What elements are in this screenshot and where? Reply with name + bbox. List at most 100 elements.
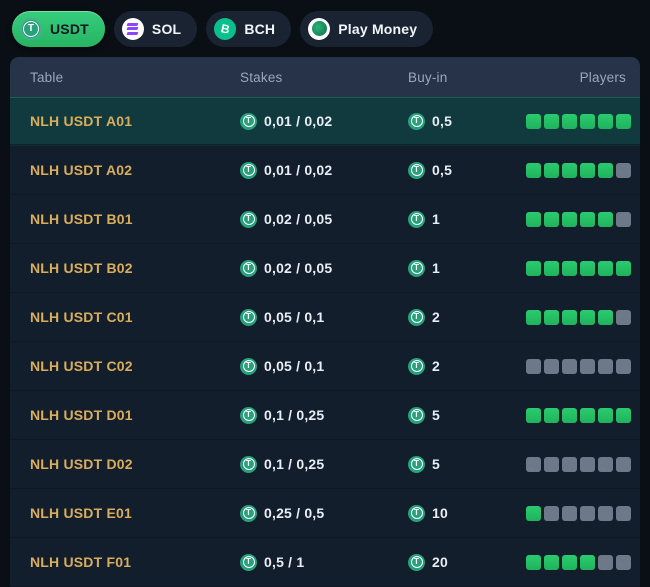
table-stakes: T 0,1 / 0,25 bbox=[240, 455, 408, 473]
seat-filled bbox=[544, 162, 559, 178]
bch-coin-icon: B bbox=[214, 17, 237, 40]
table-header-row: Table Stakes Buy-in Players bbox=[10, 57, 640, 97]
tether-icon: T bbox=[408, 455, 425, 473]
table-name: NLH USDT D02 bbox=[30, 456, 133, 472]
seat-filled bbox=[544, 407, 559, 423]
seat-filled bbox=[598, 309, 613, 325]
table-stakes: T 0,1 / 0,25 bbox=[240, 406, 408, 424]
seat-filled bbox=[526, 407, 541, 423]
table-stakes: T 0,02 / 0,05 bbox=[240, 210, 408, 228]
seat-filled bbox=[616, 260, 631, 276]
seat-filled bbox=[526, 505, 541, 521]
tether-icon: T bbox=[240, 112, 257, 130]
table-row[interactable]: NLH USDT C01 T 0,05 / 0,1 T 2 bbox=[10, 293, 640, 342]
table-stakes: T 0,25 / 0,5 bbox=[240, 504, 408, 522]
players-seat-indicator bbox=[526, 113, 631, 129]
seat-filled bbox=[562, 309, 577, 325]
table-stakes: T 0,05 / 0,1 bbox=[240, 308, 408, 326]
tether-icon: T bbox=[240, 406, 257, 424]
seat-filled bbox=[580, 162, 595, 178]
table-row[interactable]: NLH USDT A01 T 0,01 / 0,02 T 0,5 bbox=[10, 97, 640, 146]
players-seat-indicator bbox=[526, 554, 631, 570]
seat-empty bbox=[580, 505, 595, 521]
table-name: NLH USDT B01 bbox=[30, 211, 133, 227]
table-buyin: T 5 bbox=[408, 455, 526, 473]
seat-filled bbox=[598, 407, 613, 423]
tether-icon: T bbox=[408, 210, 425, 228]
seat-filled bbox=[562, 113, 577, 129]
column-header-buyin: Buy-in bbox=[408, 69, 448, 85]
tab-sol-label: SOL bbox=[151, 20, 182, 37]
seat-filled bbox=[598, 162, 613, 178]
tether-icon: T bbox=[408, 406, 425, 424]
column-header-table: Table bbox=[30, 69, 64, 85]
column-header-stakes: Stakes bbox=[240, 69, 283, 85]
table-buyin: T 5 bbox=[408, 406, 526, 424]
table-name: NLH USDT F01 bbox=[30, 554, 132, 570]
seat-filled bbox=[562, 162, 577, 178]
seat-filled bbox=[544, 260, 559, 276]
tether-icon: T bbox=[240, 259, 257, 277]
seat-filled bbox=[580, 309, 595, 325]
seat-empty bbox=[562, 505, 577, 521]
play-money-coin-icon bbox=[308, 17, 331, 40]
seat-filled bbox=[526, 113, 541, 129]
tether-icon: T bbox=[240, 553, 257, 571]
table-buyin: T 1 bbox=[408, 210, 526, 228]
tab-play-money-label: Play Money bbox=[338, 20, 418, 37]
seat-filled bbox=[562, 211, 577, 227]
table-row[interactable]: NLH USDT B01 T 0,02 / 0,05 T 1 bbox=[10, 195, 640, 244]
seat-empty bbox=[616, 162, 631, 178]
table-buyin: T 2 bbox=[408, 357, 526, 375]
seat-empty bbox=[580, 358, 595, 374]
seat-filled bbox=[616, 407, 631, 423]
seat-filled bbox=[580, 113, 595, 129]
table-stakes: T 0,5 / 1 bbox=[240, 553, 408, 571]
seat-filled bbox=[526, 554, 541, 570]
tab-usdt[interactable]: T USDT bbox=[12, 10, 105, 47]
tether-icon: T bbox=[240, 357, 257, 375]
seat-empty bbox=[562, 456, 577, 472]
solana-coin-icon bbox=[121, 17, 144, 40]
table-name: NLH USDT B02 bbox=[30, 260, 133, 276]
players-seat-indicator bbox=[526, 162, 631, 178]
table-stakes: T 0,01 / 0,02 bbox=[240, 161, 408, 179]
seat-filled bbox=[616, 113, 631, 129]
seat-empty bbox=[616, 309, 631, 325]
table-row[interactable]: NLH USDT E01 T 0,25 / 0,5 T 10 bbox=[10, 489, 640, 538]
table-row[interactable]: NLH USDT D02 T 0,1 / 0,25 T 5 bbox=[10, 440, 640, 489]
seat-filled bbox=[580, 260, 595, 276]
tab-sol[interactable]: SOL bbox=[113, 10, 198, 47]
seat-filled bbox=[580, 407, 595, 423]
tab-play-money[interactable]: Play Money bbox=[300, 10, 434, 47]
seat-empty bbox=[562, 358, 577, 374]
seat-empty bbox=[616, 505, 631, 521]
currency-tabbar: T USDT SOL B BCH Play Money bbox=[0, 0, 650, 57]
tab-bch[interactable]: B BCH bbox=[206, 10, 292, 47]
column-header-players: Players bbox=[579, 69, 626, 85]
seat-filled bbox=[598, 211, 613, 227]
table-row[interactable]: NLH USDT D01 T 0,1 / 0,25 T 5 bbox=[10, 391, 640, 440]
table-row[interactable]: NLH USDT F01 T 0,5 / 1 T 20 bbox=[10, 538, 640, 587]
table-name: NLH USDT A02 bbox=[30, 162, 133, 178]
seat-filled bbox=[544, 113, 559, 129]
table-row[interactable]: NLH USDT B02 T 0,02 / 0,05 T 1 bbox=[10, 244, 640, 293]
table-name: NLH USDT C01 bbox=[30, 309, 133, 325]
table-name: NLH USDT A01 bbox=[30, 113, 133, 129]
seat-filled bbox=[580, 211, 595, 227]
seat-empty bbox=[544, 505, 559, 521]
players-seat-indicator bbox=[526, 456, 631, 472]
seat-filled bbox=[562, 407, 577, 423]
seat-filled bbox=[526, 211, 541, 227]
tether-icon: T bbox=[240, 455, 257, 473]
players-seat-indicator bbox=[526, 407, 631, 423]
players-seat-indicator bbox=[526, 211, 631, 227]
table-stakes: T 0,01 / 0,02 bbox=[240, 112, 408, 130]
table-row[interactable]: NLH USDT C02 T 0,05 / 0,1 T 2 bbox=[10, 342, 640, 391]
table-row[interactable]: NLH USDT A02 T 0,01 / 0,02 T 0,5 bbox=[10, 146, 640, 195]
table-buyin: T 0,5 bbox=[408, 161, 526, 179]
seat-filled bbox=[562, 260, 577, 276]
seat-empty bbox=[616, 358, 631, 374]
seat-filled bbox=[544, 309, 559, 325]
players-seat-indicator bbox=[526, 358, 631, 374]
